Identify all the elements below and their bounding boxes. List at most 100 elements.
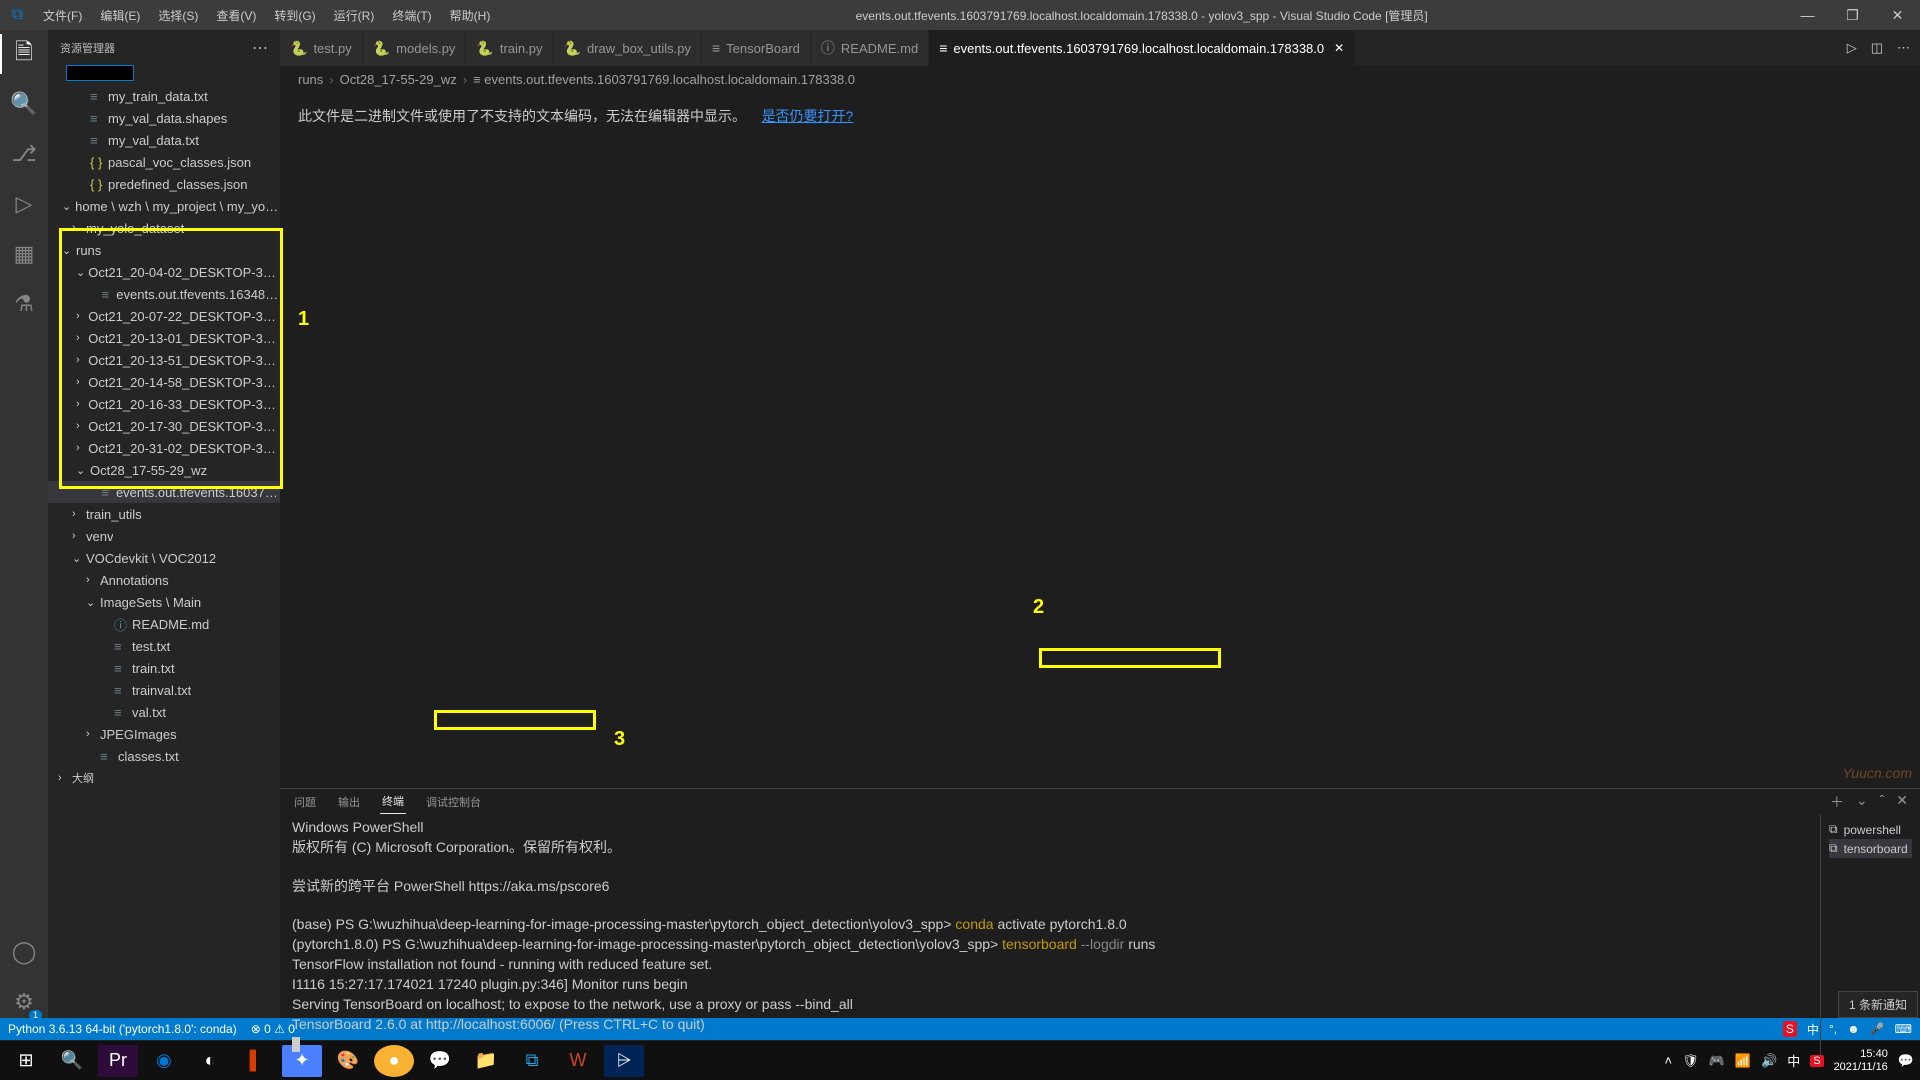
start-icon[interactable]: ⊞ (6, 1045, 46, 1077)
tree-item[interactable]: ⌄VOCdevkit \ VOC2012 (48, 547, 280, 569)
task-chrome-icon[interactable]: ◐ (190, 1045, 230, 1077)
tree-item[interactable]: ›JPEGImages (48, 723, 280, 745)
panel-tab-output[interactable]: 输出 (336, 790, 362, 814)
tree-item[interactable]: ›venv (48, 525, 280, 547)
tree-item[interactable]: ≡train.txt (48, 657, 280, 679)
menu-help[interactable]: 帮助(H) (442, 3, 499, 28)
terminal-item-tensorboard[interactable]: ⧉tensorboard (1829, 839, 1912, 858)
tree-item[interactable]: ≡test.txt (48, 635, 280, 657)
maximize-panel-icon[interactable]: ˆ (1880, 792, 1885, 812)
tree-item[interactable]: ≡events.out.tfevents.1634817842.... (48, 283, 280, 305)
tree-item[interactable]: ›Oct21_20-13-51_DESKTOP-3T2AM... (48, 349, 280, 371)
menu-run[interactable]: 运行(R) (326, 3, 383, 28)
editor-tab[interactable]: 🐍draw_box_utils.py (554, 30, 703, 66)
editor-tab[interactable]: ≡TensorBoard (702, 30, 811, 66)
tree-item[interactable]: ≡my_val_data.txt (48, 129, 280, 151)
tree-item[interactable]: ›Oct21_20-07-22_DESKTOP-3T2AM... (48, 305, 280, 327)
tree-item[interactable]: ⌄ImageSets \ Main (48, 591, 280, 613)
menu-file[interactable]: 文件(F) (35, 3, 90, 28)
menu-terminal[interactable]: 终端(T) (384, 3, 439, 28)
more-actions-icon[interactable]: ⋯ (1897, 40, 1910, 56)
sidebar-explorer: 资源管理器 ⋯ ≡my_train_data.txt≡my_val_data.s… (48, 30, 280, 1018)
window-title: events.out.tfevents.1603791769.localhost… (498, 7, 1785, 24)
split-editor-icon[interactable]: ◫ (1871, 40, 1883, 56)
more-icon[interactable]: ⋯ (252, 38, 268, 58)
panel-tab-debug[interactable]: 调试控制台 (424, 790, 483, 814)
tree-item[interactable]: ›train_utils (48, 503, 280, 525)
notification-toast[interactable]: 1 条新通知 (1838, 991, 1918, 1018)
tree-item[interactable]: ≡classes.txt (48, 745, 280, 767)
explorer-icon[interactable]: 🗎 (0, 38, 48, 70)
tree-item[interactable]: ≡my_train_data.txt (48, 85, 280, 107)
annotation-label-1: 1 (298, 308, 309, 331)
tree-item[interactable]: ≡trainval.txt (48, 679, 280, 701)
task-office-icon[interactable]: ▌ (236, 1045, 276, 1077)
status-mic-icon[interactable]: 🎤 (1870, 1022, 1885, 1036)
breadcrumb[interactable]: runs› Oct28_17-55-29_wz› ≡ events.out.tf… (280, 66, 1920, 92)
editor-tab[interactable]: ≡events.out.tfevents.1603791769.localhos… (929, 30, 1355, 66)
status-kb-icon[interactable]: ⌨ (1895, 1022, 1912, 1036)
tree-item[interactable]: ›大纲 (48, 767, 280, 789)
tree-item[interactable]: ⌄Oct28_17-55-29_wz (48, 459, 280, 481)
status-punc[interactable]: °, (1829, 1022, 1837, 1036)
new-terminal-icon[interactable]: ＋ (1830, 792, 1844, 812)
task-pr-icon[interactable]: Pr (98, 1045, 138, 1077)
editor-content: 此文件是二进制文件或使用了不支持的文本编码，无法在编辑器中显示。 是否仍要打开? (280, 92, 1920, 788)
tree-item[interactable]: ⓘREADME.md (48, 613, 280, 635)
tree-item[interactable]: ›Annotations (48, 569, 280, 591)
editor-tab[interactable]: 🐍test.py (280, 30, 363, 66)
task-search-icon[interactable]: 🔍 (52, 1045, 92, 1077)
terminal-output[interactable]: Windows PowerShell 版权所有 (C) Microsoft Co… (280, 814, 1820, 1058)
filter-input[interactable] (66, 65, 134, 81)
open-anyway-link[interactable]: 是否仍要打开? (762, 108, 854, 124)
tree-item[interactable]: ›Oct21_20-16-33_DESKTOP-3T2AM... (48, 393, 280, 415)
menu-select[interactable]: 选择(S) (150, 3, 206, 28)
tray-notifications-icon[interactable]: 💬 (1898, 1053, 1914, 1069)
minimize-icon[interactable]: ― (1785, 7, 1830, 24)
beaker-icon[interactable]: ⚗ (0, 288, 48, 320)
annotation-label-3: 3 (614, 728, 625, 751)
tree-item[interactable]: ⌄Oct21_20-04-02_DESKTOP-3T2AM... (48, 261, 280, 283)
source-control-icon[interactable]: ⎇ (0, 138, 48, 170)
tree-item[interactable]: ≡val.txt (48, 701, 280, 723)
tray-clock[interactable]: 15:40 2021/11/16 (1834, 1048, 1888, 1072)
task-edge-icon[interactable]: ◉ (144, 1045, 184, 1077)
tree-item[interactable]: ⌄home \ wzh \ my_project \ my_yolo_... (48, 195, 280, 217)
tree-item[interactable]: ›Oct21_20-31-02_DESKTOP-3T2AM... (48, 437, 280, 459)
menu-view[interactable]: 查看(V) (208, 3, 264, 28)
tree-item[interactable]: ≡events.out.tfevents.1603791769.l... (48, 481, 280, 503)
status-python[interactable]: Python 3.6.13 64-bit ('pytorch1.8.0': co… (8, 1022, 237, 1036)
maximize-icon[interactable]: ❐ (1830, 7, 1875, 24)
search-icon[interactable]: 🔍 (0, 88, 48, 120)
tree-item[interactable]: ⌄runs (48, 239, 280, 261)
panel-tab-problems[interactable]: 问题 (292, 790, 318, 814)
terminal-icon: ⧉ (1829, 841, 1838, 856)
editor-tab[interactable]: ⓘREADME.md (811, 30, 929, 66)
panel-tab-terminal[interactable]: 终端 (380, 789, 406, 814)
editor-tab[interactable]: 🐍models.py (363, 30, 467, 66)
editor-tab[interactable]: 🐍train.py (466, 30, 553, 66)
split-terminal-icon[interactable]: ⌄ (1856, 792, 1868, 812)
tree-item[interactable]: { }predefined_classes.json (48, 173, 280, 195)
tree-item[interactable]: ›Oct21_20-13-01_DESKTOP-3T2AM... (48, 327, 280, 349)
close-icon[interactable]: ✕ (1875, 7, 1920, 24)
crumb-0[interactable]: runs (298, 72, 323, 87)
menu-edit[interactable]: 编辑(E) (92, 3, 148, 28)
extensions-icon[interactable]: ▦ (0, 238, 48, 270)
tree-item[interactable]: { }pascal_voc_classes.json (48, 151, 280, 173)
status-emoji-icon[interactable]: ☻ (1847, 1022, 1860, 1036)
tab-close-icon[interactable]: ✕ (1334, 41, 1344, 55)
tree-item[interactable]: ›Oct21_20-17-30_DESKTOP-3T2AM... (48, 415, 280, 437)
run-icon[interactable]: ▷ (1847, 40, 1857, 56)
run-debug-icon[interactable]: ▷ (0, 188, 48, 220)
crumb-2[interactable]: ≡ events.out.tfevents.1603791769.localho… (473, 72, 855, 87)
menu-goto[interactable]: 转到(G) (266, 3, 323, 28)
crumb-1[interactable]: Oct28_17-55-29_wz (340, 72, 457, 87)
tree-item[interactable]: ›Oct21_20-14-58_DESKTOP-3T2AM... (48, 371, 280, 393)
terminal-item-powershell[interactable]: ⧉powershell (1829, 820, 1912, 839)
account-icon[interactable]: ◯ (0, 936, 48, 968)
close-panel-icon[interactable]: ✕ (1896, 792, 1908, 812)
tree-item[interactable]: ≡my_val_data.shapes (48, 107, 280, 129)
tree-item[interactable]: ›my_yolo_dataset (48, 217, 280, 239)
settings-gear-icon[interactable]: ⚙1 (0, 986, 48, 1018)
